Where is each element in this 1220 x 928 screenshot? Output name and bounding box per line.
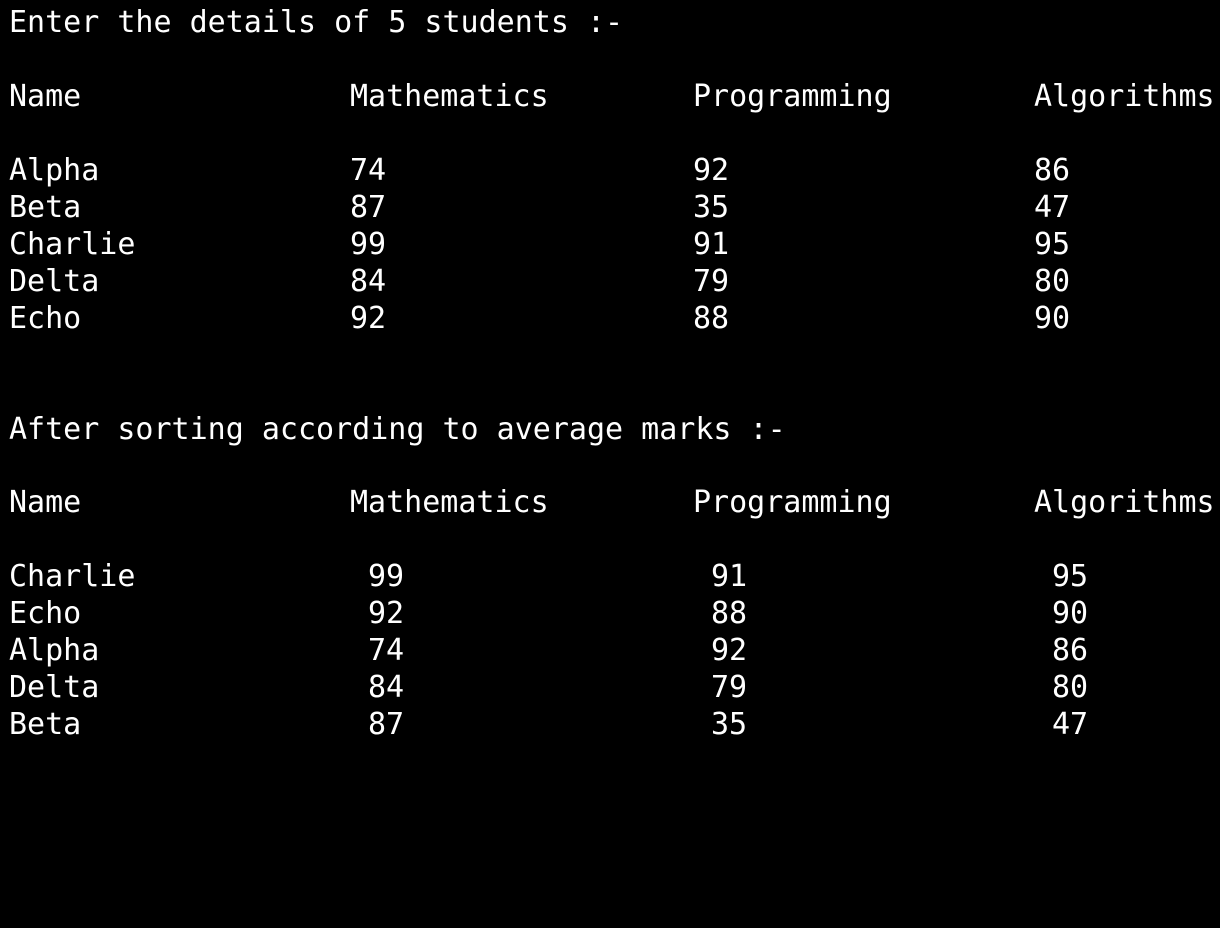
- programming-mark: 91: [693, 227, 730, 262]
- table-row: Charlie 99 91 95: [9, 226, 1220, 263]
- input-prompt: Enter the details of 5 students :-: [9, 5, 624, 40]
- programming-mark: 91: [711, 559, 748, 594]
- algorithms-mark: 80: [1052, 670, 1089, 705]
- mathematics-mark: 99: [350, 227, 387, 262]
- student-name: Charlie: [9, 559, 136, 594]
- student-name: Delta: [9, 670, 100, 705]
- algorithms-mark: 86: [1034, 153, 1071, 188]
- mathematics-mark: 92: [350, 301, 387, 336]
- header-algorithms: Algorithms: [1034, 485, 1215, 520]
- mathematics-mark: 87: [350, 190, 387, 225]
- programming-mark: 35: [693, 190, 730, 225]
- header-algorithms: Algorithms: [1034, 79, 1215, 114]
- mathematics-mark: 87: [368, 707, 405, 742]
- mathematics-mark: 84: [350, 264, 387, 299]
- table-row: Delta 84 79 80: [9, 263, 1220, 300]
- mathematics-mark: 74: [350, 153, 387, 188]
- student-name: Delta: [9, 264, 100, 299]
- mathematics-mark: 84: [368, 670, 405, 705]
- algorithms-mark: 95: [1052, 559, 1089, 594]
- programming-mark: 79: [711, 670, 748, 705]
- terminal-output: Enter the details of 5 students :- Name …: [9, 0, 1220, 744]
- algorithms-mark: 47: [1034, 190, 1071, 225]
- programming-mark: 92: [711, 633, 748, 668]
- student-name: Charlie: [9, 227, 136, 262]
- table-row: Alpha 74 92 86: [9, 632, 1220, 669]
- table-row: Charlie 99 91 95: [9, 558, 1220, 595]
- table-row: Echo 92 88 90: [9, 300, 1220, 337]
- header-name: Name: [9, 485, 82, 520]
- student-name: Beta: [9, 190, 82, 225]
- student-name: Echo: [9, 596, 82, 631]
- algorithms-mark: 47: [1052, 707, 1089, 742]
- programming-mark: 35: [711, 707, 748, 742]
- programming-mark: 88: [711, 596, 748, 631]
- student-name: Alpha: [9, 633, 100, 668]
- algorithms-mark: 86: [1052, 633, 1089, 668]
- table-row: Beta 87 35 47: [9, 189, 1220, 226]
- algorithms-mark: 95: [1034, 227, 1071, 262]
- student-name: Beta: [9, 707, 82, 742]
- table-row: Beta 87 35 47: [9, 706, 1220, 743]
- input-header-row: Name Mathematics Programming Algorithms: [9, 78, 1220, 115]
- student-name: Echo: [9, 301, 82, 336]
- programming-mark: 88: [693, 301, 730, 336]
- student-name: Alpha: [9, 153, 100, 188]
- table-row: Delta 84 79 80: [9, 669, 1220, 706]
- sorted-heading: After sorting according to average marks…: [9, 412, 786, 447]
- algorithms-mark: 90: [1052, 596, 1089, 631]
- programming-mark: 92: [693, 153, 730, 188]
- sorted-header-row: Name Mathematics Programming Algorithms: [9, 484, 1220, 521]
- mathematics-mark: 74: [368, 633, 405, 668]
- programming-mark: 79: [693, 264, 730, 299]
- table-row: Echo 92 88 90: [9, 595, 1220, 632]
- header-name: Name: [9, 79, 82, 114]
- algorithms-mark: 90: [1034, 301, 1071, 336]
- table-row: Alpha 74 92 86: [9, 152, 1220, 189]
- header-mathematics: Mathematics: [350, 485, 549, 520]
- header-programming: Programming: [693, 79, 892, 114]
- mathematics-mark: 92: [368, 596, 405, 631]
- header-mathematics: Mathematics: [350, 79, 549, 114]
- algorithms-mark: 80: [1034, 264, 1071, 299]
- header-programming: Programming: [693, 485, 892, 520]
- mathematics-mark: 99: [368, 559, 405, 594]
